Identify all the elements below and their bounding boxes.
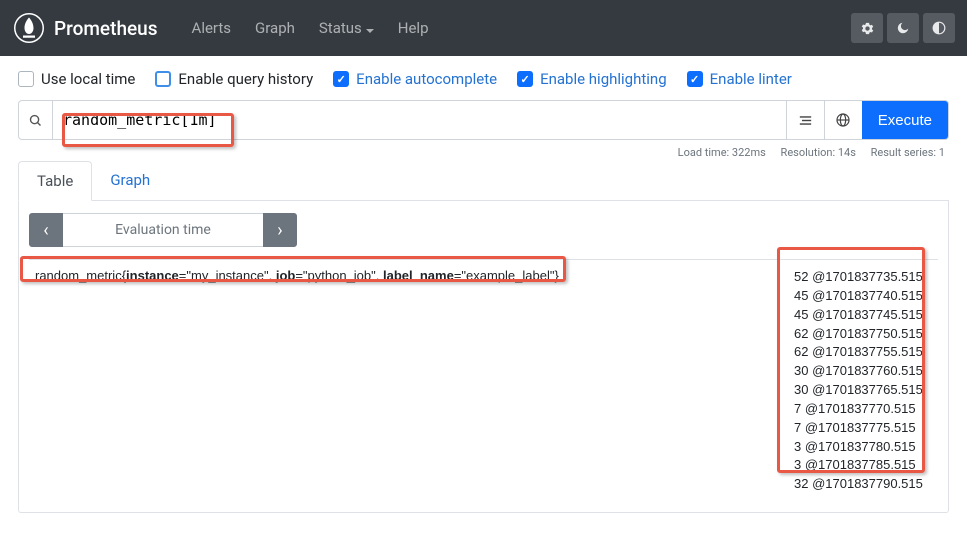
checkbox-label: Enable linter [710,70,792,88]
checkbox-checked-icon [517,71,533,87]
tab-table[interactable]: Table [18,161,92,201]
chevron-right-icon: › [277,220,282,241]
chevron-down-icon [366,19,374,37]
query-status: Load time: 322ms Resolution: 14s Result … [0,140,967,159]
checkbox-label: Enable highlighting [540,70,667,88]
eval-prev-button[interactable]: ‹ [29,213,63,247]
result-series-label: random_metric{instance="my_instance", jo… [29,260,788,502]
result-series-values: 52 @1701837735.515 45 @1701837740.515 45… [788,260,938,502]
query-row: Execute [18,100,949,140]
list-icon [797,112,814,129]
globe-button[interactable] [824,101,862,139]
nav-status[interactable]: Status [309,11,384,45]
checkbox-query-history[interactable]: Enable query history [155,70,313,88]
checkbox-checked-icon [333,71,349,87]
globe-icon [835,112,851,128]
evaluation-time-row: ‹ Evaluation time › [29,213,938,247]
tab-graph[interactable]: Graph [92,161,168,200]
nav-alerts[interactable]: Alerts [182,11,242,45]
theme-dark-button[interactable] [887,13,919,43]
checkbox-local-time[interactable]: Use local time [18,70,135,88]
settings-button[interactable] [851,13,883,43]
checkbox-label: Use local time [41,70,135,88]
brand: Prometheus [12,11,158,45]
eval-time-display[interactable]: Evaluation time [63,213,263,247]
checkbox-autocomplete[interactable]: Enable autocomplete [333,70,497,88]
checkbox-icon [18,71,34,87]
status-load-time: Load time: 322ms [678,146,766,159]
checkbox-highlighting[interactable]: Enable highlighting [517,70,667,88]
eval-next-button[interactable]: › [263,213,297,247]
nav-links: Alerts Graph Status Help [182,11,439,45]
checkbox-label: Enable query history [178,70,313,88]
nav-graph[interactable]: Graph [245,11,305,45]
gear-icon [860,21,875,36]
half-circle-icon [932,21,946,35]
moon-icon [896,21,910,35]
prometheus-logo-icon [12,11,46,45]
result-panel: ‹ Evaluation time › random_metric{instan… [18,201,949,513]
brand-title: Prometheus [54,17,158,40]
theme-contrast-button[interactable] [923,13,955,43]
chevron-left-icon: ‹ [43,220,48,241]
checkbox-linter[interactable]: Enable linter [687,70,792,88]
checkbox-checked-icon [687,71,703,87]
result-row: random_metric{instance="my_instance", jo… [29,259,938,502]
checkbox-icon [155,71,171,87]
result-tabs: Table Graph [18,161,949,201]
nav-status-label: Status [319,19,362,37]
query-input[interactable] [53,101,786,139]
execute-button[interactable]: Execute [862,101,948,139]
checkbox-label: Enable autocomplete [356,70,497,88]
format-query-button[interactable] [786,101,824,139]
status-result-series: Result series: 1 [871,146,945,159]
options-row: Use local time Enable query history Enab… [0,56,967,100]
nav-help[interactable]: Help [388,11,439,45]
status-resolution: Resolution: 14s [781,146,856,159]
navbar: Prometheus Alerts Graph Status Help [0,0,967,56]
nav-right [851,13,955,43]
search-icon [19,101,53,139]
